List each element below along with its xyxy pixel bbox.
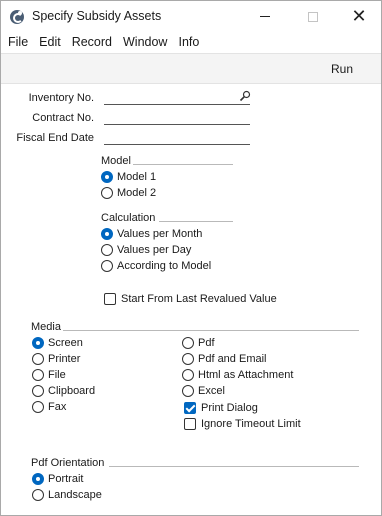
according-to-model-radio[interactable]: According to Model	[101, 259, 211, 273]
according-to-model-label: According to Model	[117, 260, 212, 272]
landscape-label: Landscape	[48, 489, 102, 501]
values-per-day-label: Values per Day	[117, 244, 192, 256]
contract-no-label: Contract No.	[32, 112, 94, 124]
inventory-no-field[interactable]	[104, 88, 250, 105]
media-group-divider	[63, 330, 359, 331]
lookup-icon[interactable]	[239, 90, 251, 102]
menu-file[interactable]: File	[8, 35, 28, 49]
media-printer-radio[interactable]: Printer	[32, 352, 80, 366]
close-icon: ✕	[351, 6, 367, 26]
print-dialog-checkbox[interactable]: Print Dialog	[184, 401, 258, 415]
media-file-radio[interactable]: File	[32, 368, 66, 382]
fiscal-end-date-label: Fiscal End Date	[16, 132, 94, 144]
pdf-orientation-group-divider	[109, 466, 359, 467]
media-pdf-radio[interactable]: Pdf	[182, 336, 215, 350]
radio-selected-icon	[101, 171, 113, 183]
model-1-radio[interactable]: Model 1	[101, 170, 156, 184]
radio-unselected-icon	[182, 369, 194, 381]
radio-unselected-icon	[182, 385, 194, 397]
radio-unselected-icon	[101, 244, 113, 256]
pdf-orientation-group-title: Pdf Orientation	[31, 457, 105, 469]
maximize-icon	[308, 11, 318, 22]
radio-selected-icon	[101, 228, 113, 240]
maximize-button[interactable]	[290, 1, 336, 32]
menu-edit[interactable]: Edit	[39, 35, 61, 49]
portrait-radio[interactable]: Portrait	[32, 472, 83, 486]
print-dialog-label: Print Dialog	[201, 402, 258, 414]
run-button[interactable]: Run	[331, 62, 353, 76]
radio-unselected-icon	[32, 353, 44, 365]
ignore-timeout-checkbox[interactable]: Ignore Timeout Limit	[184, 417, 301, 431]
media-clipboard-label: Clipboard	[48, 385, 96, 397]
media-pdf-email-label: Pdf and Email	[198, 353, 267, 365]
values-per-month-radio[interactable]: Values per Month	[101, 227, 202, 241]
inventory-no-label: Inventory No.	[28, 92, 94, 104]
app-logo-icon	[10, 10, 24, 24]
menu-window[interactable]: Window	[123, 35, 167, 49]
media-excel-label: Excel	[198, 385, 225, 397]
radio-unselected-icon	[101, 187, 113, 199]
fiscal-end-date-field[interactable]	[104, 128, 250, 145]
start-from-last-revalued-checkbox[interactable]: Start From Last Revalued Value	[104, 292, 277, 306]
radio-unselected-icon	[32, 489, 44, 501]
dialog-window: Specify Subsidy Assets ✕ File Edit Recor…	[0, 0, 382, 516]
radio-unselected-icon	[182, 353, 194, 365]
checkbox-unchecked-icon	[104, 293, 116, 305]
media-html-attachment-radio[interactable]: Html as Attachment	[182, 368, 293, 382]
media-file-label: File	[48, 369, 66, 381]
checkbox-unchecked-icon	[184, 418, 196, 430]
model-1-label: Model 1	[117, 171, 157, 183]
model-2-radio[interactable]: Model 2	[101, 186, 156, 200]
media-screen-label: Screen	[48, 337, 83, 349]
radio-selected-icon	[32, 473, 44, 485]
radio-unselected-icon	[32, 401, 44, 413]
radio-unselected-icon	[32, 385, 44, 397]
minimize-icon	[260, 16, 270, 17]
toolbar: Run	[1, 53, 381, 84]
menu-record[interactable]: Record	[72, 35, 112, 49]
window-title: Specify Subsidy Assets	[32, 9, 162, 23]
checkbox-checked-icon	[184, 402, 196, 414]
values-per-day-radio[interactable]: Values per Day	[101, 243, 191, 257]
media-printer-label: Printer	[48, 353, 81, 365]
menu-info[interactable]: Info	[178, 35, 199, 49]
radio-unselected-icon	[32, 369, 44, 381]
minimize-button[interactable]	[242, 1, 288, 32]
title-bar: Specify Subsidy Assets ✕	[1, 1, 381, 32]
model-group-title: Model	[101, 155, 131, 167]
calculation-group-divider	[159, 221, 233, 222]
model-2-label: Model 2	[117, 187, 157, 199]
calculation-group-title: Calculation	[101, 212, 156, 224]
media-fax-label: Fax	[48, 401, 67, 413]
media-clipboard-radio[interactable]: Clipboard	[32, 384, 95, 398]
radio-unselected-icon	[182, 337, 194, 349]
radio-selected-icon	[32, 337, 44, 349]
model-group-divider	[133, 164, 233, 165]
media-excel-radio[interactable]: Excel	[182, 384, 225, 398]
media-pdf-label: Pdf	[198, 337, 215, 349]
media-fax-radio[interactable]: Fax	[32, 400, 66, 414]
start-from-last-revalued-label: Start From Last Revalued Value	[121, 293, 277, 305]
portrait-label: Portrait	[48, 473, 84, 485]
close-button[interactable]: ✕	[336, 1, 382, 32]
media-screen-radio[interactable]: Screen	[32, 336, 83, 350]
media-html-attachment-label: Html as Attachment	[198, 369, 294, 381]
media-group-title: Media	[31, 321, 61, 333]
media-pdf-email-radio[interactable]: Pdf and Email	[182, 352, 266, 366]
contract-no-field[interactable]	[104, 108, 250, 125]
radio-unselected-icon	[101, 260, 113, 272]
ignore-timeout-label: Ignore Timeout Limit	[201, 418, 301, 430]
values-per-month-label: Values per Month	[117, 228, 203, 240]
menu-bar: File Edit Record Window Info	[1, 32, 381, 52]
landscape-radio[interactable]: Landscape	[32, 488, 102, 502]
